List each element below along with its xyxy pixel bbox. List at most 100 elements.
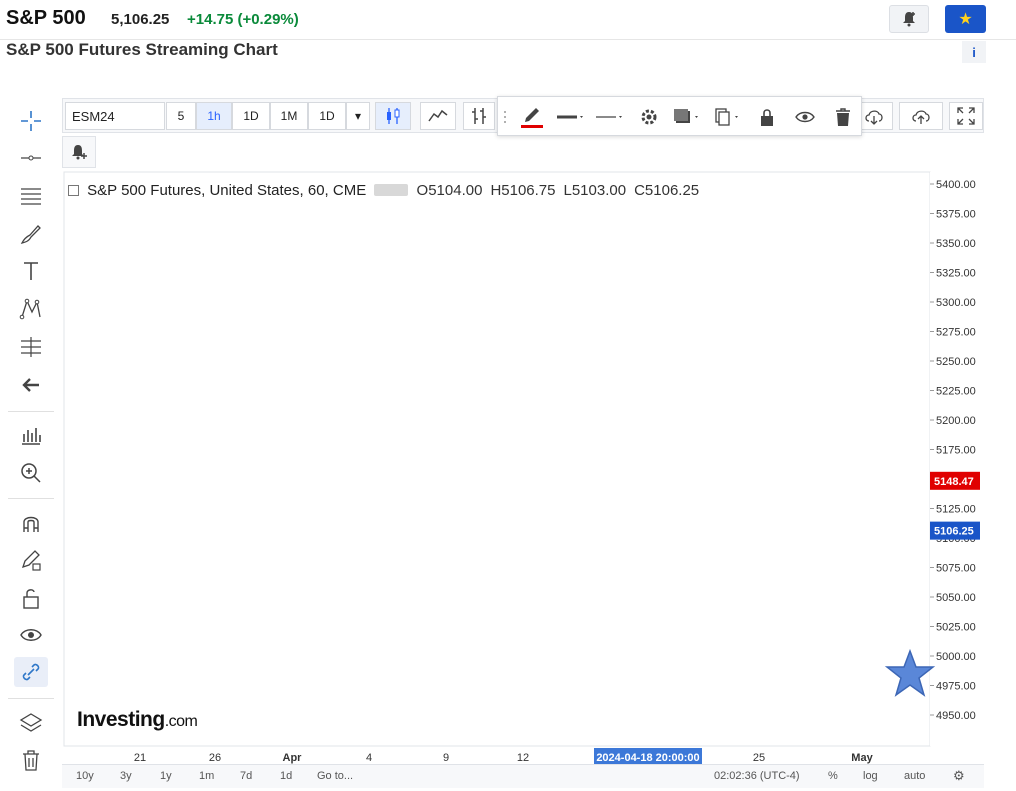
price-tick-label: 5000.00 [936, 651, 976, 663]
settings-button[interactable] [634, 103, 664, 131]
candle-body [178, 307, 182, 313]
range-1m[interactable]: 1m [199, 770, 214, 782]
range-1d[interactable]: 1d [280, 770, 292, 782]
candle-body [315, 354, 318, 361]
candle-body [508, 369, 511, 374]
range-7d[interactable]: 7d [240, 770, 252, 782]
candle-body [352, 326, 355, 353]
crosshair-tool[interactable] [14, 106, 48, 136]
candle-body [781, 573, 785, 592]
collapse-icon[interactable] [68, 185, 79, 196]
layers-tool[interactable] [14, 708, 48, 738]
fullscreen-button[interactable] [949, 102, 983, 130]
clone-dropdown[interactable] [710, 103, 746, 131]
candle-body [704, 611, 707, 620]
timeframe-dropdown-arrow[interactable]: ▾ [346, 102, 370, 130]
template-dropdown[interactable] [670, 103, 706, 131]
trend-line-tool[interactable] [14, 143, 48, 173]
remove-button[interactable] [828, 103, 858, 131]
candle-body [644, 579, 648, 592]
candles-button[interactable] [375, 102, 411, 130]
fib-level-label: 0.618(5191.44) [654, 415, 755, 429]
candle-body [334, 325, 337, 327]
investing-logo: Investing.com [77, 708, 198, 732]
percent-toggle[interactable]: % [828, 770, 838, 782]
bell-plus-icon [72, 145, 87, 160]
timeframe-dropdown[interactable]: 1D [308, 102, 346, 130]
line-chart-button[interactable] [420, 102, 456, 130]
candle-body [681, 662, 685, 664]
upload-button[interactable] [899, 102, 943, 130]
create-alert-button[interactable] [62, 136, 96, 168]
go-to-button[interactable]: Go to... [317, 770, 353, 782]
link-tool[interactable] [14, 657, 48, 687]
fib-band [287, 430, 650, 482]
chevron-down-icon: ▾ [354, 109, 362, 123]
trash-icon [836, 108, 850, 126]
range-10y[interactable]: 10y [76, 770, 94, 782]
magnet-tool[interactable] [14, 508, 48, 538]
visibility-tool[interactable] [14, 620, 48, 650]
candle-body [189, 306, 193, 311]
price-tick-label: 5175.00 [936, 445, 976, 457]
candle-body [149, 290, 152, 297]
brush-tool[interactable] [14, 219, 48, 249]
candle-body [818, 496, 822, 501]
line-width-dropdown[interactable] [554, 103, 588, 131]
range-1y[interactable]: 1y [160, 770, 172, 782]
add-alert-button[interactable] [889, 5, 929, 33]
auto-toggle[interactable]: auto [904, 770, 925, 782]
delete-all-tool[interactable] [14, 745, 48, 775]
line-style-dropdown[interactable] [592, 103, 628, 131]
candle-body [119, 293, 122, 308]
price-change: +14.75 (+0.29%) [187, 11, 299, 28]
candle-body [441, 351, 444, 353]
zoom-tool[interactable] [14, 458, 48, 488]
candle-body [674, 678, 677, 682]
time-tick-label: 25 [753, 752, 765, 764]
candle-body [567, 416, 570, 432]
timeframe-1m[interactable]: 1M [270, 102, 308, 130]
candle-body [374, 379, 378, 393]
timeframe-1h[interactable]: 1h [196, 102, 232, 130]
text-tool[interactable] [14, 256, 48, 286]
candle-body [237, 283, 241, 300]
gear-icon[interactable]: ⚙ [953, 768, 965, 784]
lock-button[interactable] [752, 103, 782, 131]
fib-tool[interactable] [14, 181, 48, 211]
bars-chart-button[interactable] [463, 102, 495, 130]
indicators-tool[interactable] [14, 420, 48, 450]
price-tick-label: 5100.00 [936, 533, 976, 545]
pattern-tool[interactable] [14, 294, 48, 324]
candle-body [844, 476, 848, 483]
log-toggle[interactable]: log [863, 770, 878, 782]
candle-body [737, 528, 740, 536]
symbol-input[interactable]: ESM24 [65, 102, 165, 130]
timeframe-1d[interactable]: 1D [232, 102, 270, 130]
star-badge[interactable] [884, 648, 936, 700]
candle-body [615, 541, 618, 547]
measure-tool[interactable] [14, 332, 48, 362]
watchlist-star-button[interactable]: ★ [945, 5, 986, 33]
candle-body [574, 446, 577, 480]
lock-drawing-tool[interactable] [14, 545, 48, 575]
hide-button[interactable] [790, 103, 820, 131]
candle-body [796, 504, 799, 506]
candle-body [811, 501, 814, 506]
legend-icons[interactable] [374, 184, 409, 196]
fibonacci-retracement[interactable]: 1(5333.33) 0.786(5253.84) 0.618(5191.44) 0.… [286, 172, 762, 702]
candle-body [226, 300, 230, 311]
info-button[interactable]: i [962, 41, 986, 63]
candle-body [526, 413, 529, 426]
back-tool[interactable] [14, 370, 48, 400]
timeframe-5[interactable]: 5 [166, 102, 196, 130]
candle-body [829, 481, 833, 488]
range-3y[interactable]: 3y [120, 770, 132, 782]
unlock-tool[interactable] [14, 583, 48, 613]
trash-icon [23, 750, 39, 771]
fib-level-label: 0.5(5147.62) [654, 467, 741, 481]
drag-handle[interactable] [500, 103, 510, 131]
candle-body [789, 510, 792, 535]
candle-body [519, 393, 522, 403]
line-color-button[interactable] [514, 103, 550, 131]
